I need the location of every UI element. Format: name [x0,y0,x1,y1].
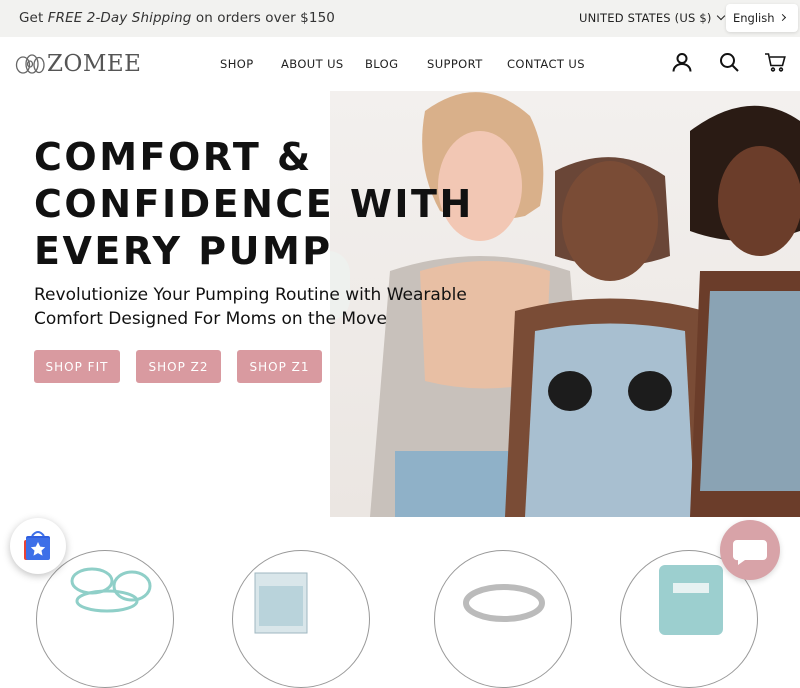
hero-title-line: CONFIDENCE WITH [34,182,474,226]
shop-fit-button[interactable]: SHOP FIT [34,350,120,383]
search-icon[interactable] [718,51,740,73]
hero-title: COMFORT & CONFIDENCE WITH EVERY PUMP [34,134,474,275]
chat-bubble-icon [732,540,767,565]
nav-shop[interactable]: SHOP [220,57,254,71]
chevron-right-icon [778,13,787,22]
language-label: English [733,11,775,25]
hero-subtitle-line: Comfort Designed For Moms on the Move [34,309,387,329]
announcement-text: Get FREE 2-Day Shipping on orders over $… [19,10,335,26]
nav-contact-us[interactable]: CONTACT US [507,57,585,71]
hero-banner: COMFORT & CONFIDENCE WITH EVERY PUMP Rev… [0,91,800,517]
cart-icon[interactable] [764,51,788,73]
nav-support[interactable]: SUPPORT [427,57,483,71]
flange-image [463,584,545,622]
free-shipping-highlight: FREE 2-Day Shipping [47,10,192,26]
language-selector[interactable]: English [726,4,798,32]
hero-subtitle: Revolutionize Your Pumping Routine with … [34,283,474,331]
announcement-bar: Get FREE 2-Day Shipping on orders over $… [0,0,800,37]
country-selector[interactable]: UNITED STATES (US $) [579,11,725,25]
shop-z1-button[interactable]: SHOP Z1 [237,350,322,383]
hero-title-line: EVERY PUMP [34,229,333,273]
account-icon[interactable] [671,51,693,73]
hero-subtitle-line: Revolutionize Your Pumping Routine with … [34,285,467,305]
brand-logo-text: ZOMEE [47,51,142,77]
brand-logo[interactable]: ZOMEE [15,50,141,78]
flower-logo-icon [15,54,45,74]
product-box-image [254,572,308,634]
product-circle-flange[interactable] [434,550,572,688]
product-circle-box[interactable] [232,550,370,688]
country-label: UNITED STATES (US $) [579,11,712,25]
hero-title-line: COMFORT & [34,135,313,179]
site-header: ZOMEE SHOP ABOUT US BLOG SUPPORT CONTACT… [0,37,800,91]
chevron-down-icon [716,11,725,21]
nav-about-us[interactable]: ABOUT US [281,57,344,71]
shopping-bag-star-icon [24,531,50,560]
nav-blog[interactable]: BLOG [365,57,398,71]
shop-z2-button[interactable]: SHOP Z2 [136,350,221,383]
chat-widget-button[interactable] [720,520,780,580]
rewards-widget[interactable] [10,518,66,574]
